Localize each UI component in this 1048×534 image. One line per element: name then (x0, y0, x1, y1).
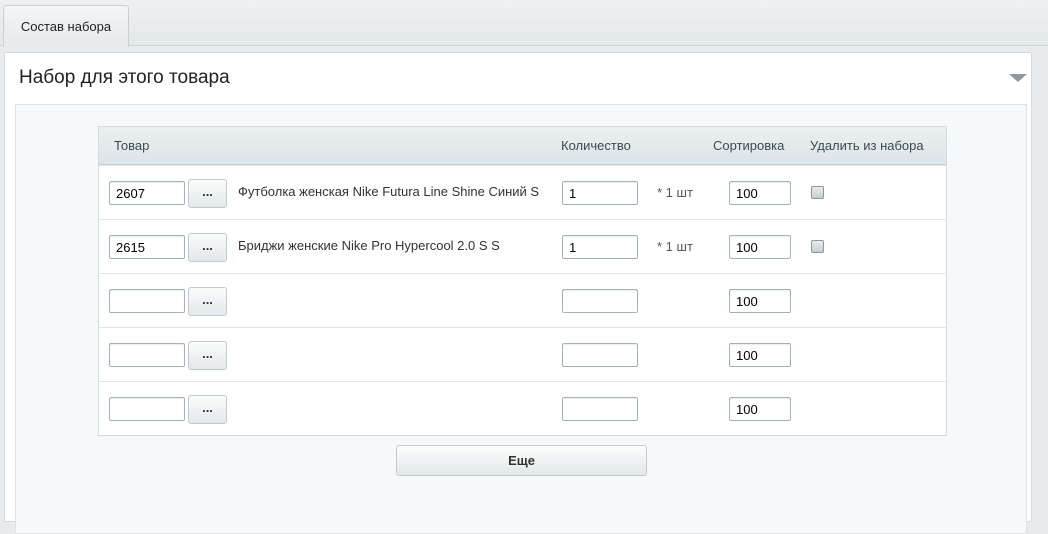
product-name: Футболка женская Nike Futura Line Shine … (238, 184, 540, 199)
set-panel: Набор для этого товара Товар Количество … (4, 52, 1032, 534)
browse-product-button[interactable]: ... (188, 395, 227, 424)
browse-product-button[interactable]: ... (188, 179, 227, 208)
unit-label: * 1 шт (657, 185, 693, 200)
browse-product-button[interactable]: ... (188, 233, 227, 262)
product-id-input[interactable] (109, 343, 185, 367)
collapse-arrow-icon[interactable] (1009, 74, 1027, 82)
quantity-input[interactable] (562, 181, 638, 205)
table-row: ... (99, 327, 946, 381)
quantity-input[interactable] (562, 289, 638, 313)
product-name: Бриджи женские Nike Pro Hypercool 2.0 S … (238, 238, 500, 253)
column-header-product: Товар (114, 138, 150, 153)
unit-label: * 1 шт (657, 239, 693, 254)
table-row: ... Футболка женская Nike Futura Line Sh… (99, 165, 946, 219)
quantity-input[interactable] (562, 343, 638, 367)
sort-input[interactable] (729, 235, 791, 259)
sort-input[interactable] (729, 397, 791, 421)
quantity-input[interactable] (562, 235, 638, 259)
browse-product-button[interactable]: ... (188, 341, 227, 370)
column-header-sort: Сортировка (713, 138, 785, 153)
product-id-input[interactable] (109, 397, 185, 421)
table-row: ... (99, 273, 946, 327)
remove-checkbox[interactable] (811, 186, 824, 199)
table-row: ... (99, 381, 946, 435)
tab-set-contents[interactable]: Состав набора (3, 5, 129, 46)
browse-product-button[interactable]: ... (188, 287, 227, 316)
panel-body: Товар Количество Сортировка Удалить из н… (15, 104, 1027, 534)
sort-input[interactable] (729, 181, 791, 205)
tab-bar: Состав набора (0, 0, 1048, 46)
sort-input[interactable] (729, 289, 791, 313)
sort-input[interactable] (729, 343, 791, 367)
column-header-remove: Удалить из набора (810, 138, 924, 153)
set-items-table: Товар Количество Сортировка Удалить из н… (98, 126, 947, 436)
more-button[interactable]: Еще (396, 445, 647, 476)
quantity-input[interactable] (562, 397, 638, 421)
column-header-quantity: Количество (561, 138, 631, 153)
table-row: ... Бриджи женские Nike Pro Hypercool 2.… (99, 219, 946, 273)
product-id-input[interactable] (109, 181, 185, 205)
product-id-input[interactable] (109, 235, 185, 259)
table-header: Товар Количество Сортировка Удалить из н… (99, 127, 946, 165)
panel-title: Набор для этого товара (19, 67, 230, 88)
remove-checkbox[interactable] (811, 240, 824, 253)
product-id-input[interactable] (109, 289, 185, 313)
